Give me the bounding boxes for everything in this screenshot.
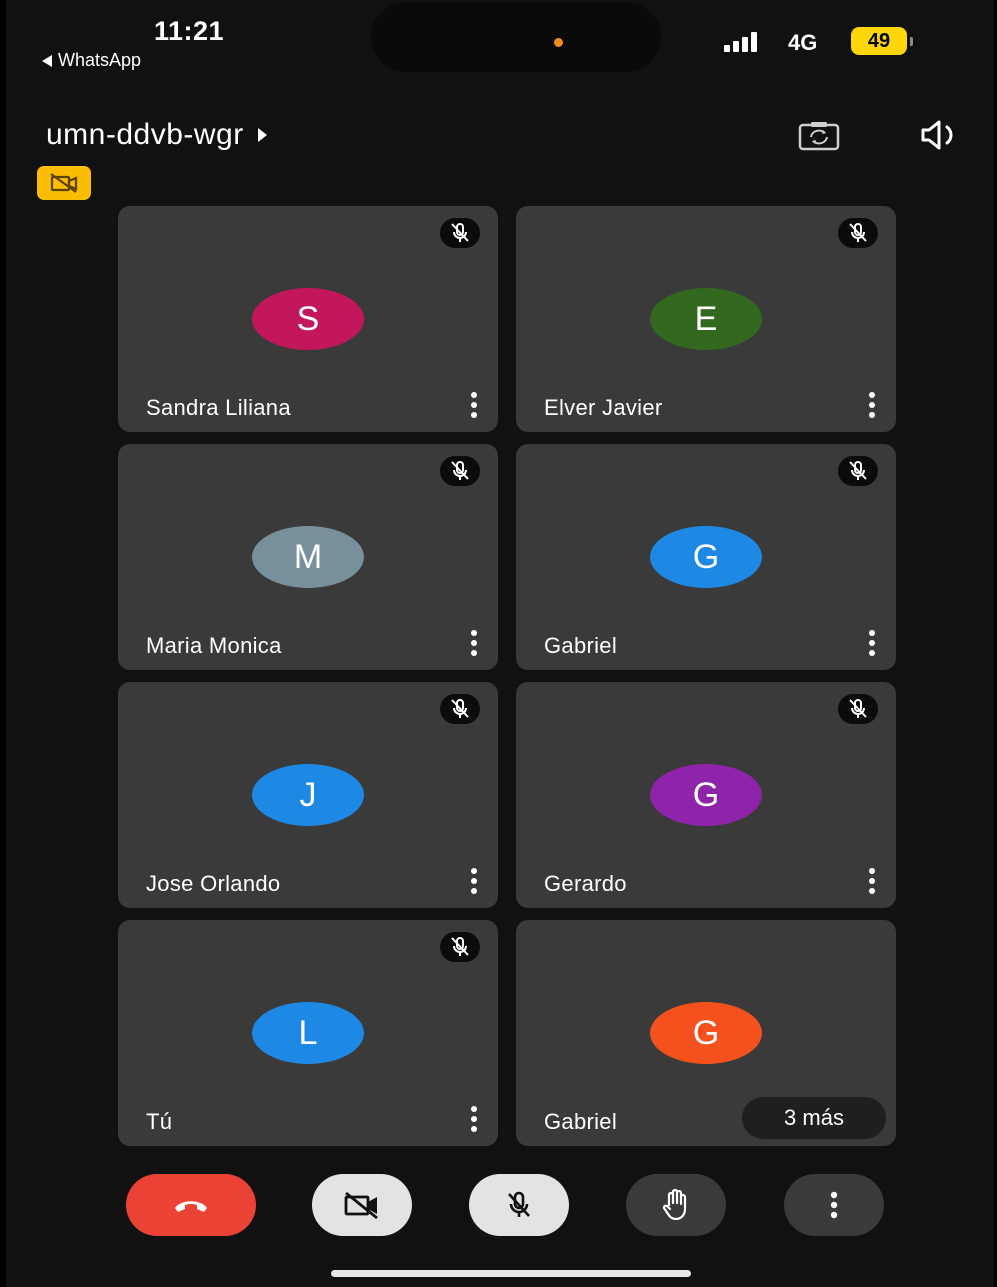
toggle-camera-button[interactable] bbox=[312, 1174, 412, 1236]
participant-name: Tú bbox=[146, 1109, 173, 1134]
mic-off-icon bbox=[451, 699, 469, 718]
speaker-button[interactable] bbox=[918, 118, 962, 152]
mic-off-icon bbox=[451, 937, 469, 956]
more-vertical-icon[interactable] bbox=[460, 1104, 488, 1134]
participant-tile[interactable]: E Elver Javier bbox=[516, 206, 896, 432]
back-app-label: WhatsApp bbox=[58, 50, 142, 70]
meeting-code-label: umn-ddvb-wgr bbox=[46, 118, 244, 151]
avatar: S bbox=[252, 288, 364, 350]
status-time: 11:21 bbox=[154, 16, 225, 46]
end-call-button[interactable] bbox=[126, 1174, 256, 1236]
video-off-icon bbox=[50, 173, 78, 193]
network-type: 4G bbox=[788, 30, 818, 55]
back-to-app-link[interactable]: WhatsApp bbox=[42, 50, 141, 71]
participant-tile[interactable]: J Jose Orlando bbox=[118, 682, 498, 908]
camera-indicator-dot bbox=[554, 38, 563, 47]
avatar: M bbox=[252, 526, 364, 588]
more-vertical-icon[interactable] bbox=[858, 628, 886, 658]
avatar: G bbox=[650, 1002, 762, 1064]
more-vertical-icon[interactable] bbox=[858, 866, 886, 896]
more-vertical-icon[interactable] bbox=[460, 628, 488, 658]
switch-camera-icon bbox=[798, 122, 840, 151]
more-vertical-icon[interactable] bbox=[858, 390, 886, 420]
dynamic-island bbox=[371, 2, 661, 72]
muted-indicator bbox=[838, 218, 878, 248]
muted-indicator bbox=[440, 932, 480, 962]
avatar: E bbox=[650, 288, 762, 350]
muted-indicator bbox=[838, 456, 878, 486]
avatar: L bbox=[252, 1002, 364, 1064]
participant-tile[interactable]: S Sandra Liliana bbox=[118, 206, 498, 432]
participant-tile[interactable]: L Tú bbox=[118, 920, 498, 1146]
participant-name: Elver Javier bbox=[544, 395, 663, 420]
participant-name: Gerardo bbox=[544, 871, 627, 896]
signal-bars-icon bbox=[724, 30, 757, 52]
avatar: J bbox=[252, 764, 364, 826]
speaker-icon bbox=[921, 120, 953, 150]
raise-hand-icon bbox=[662, 1188, 687, 1221]
mic-off-icon bbox=[451, 223, 469, 242]
muted-indicator bbox=[440, 694, 480, 724]
meeting-code-button[interactable]: umn-ddvb-wgr bbox=[46, 118, 267, 152]
play-arrow-icon bbox=[257, 128, 267, 142]
avatar: G bbox=[650, 764, 762, 826]
video-off-badge bbox=[37, 166, 91, 200]
participant-tile[interactable]: M Maria Monica bbox=[118, 444, 498, 670]
participant-tile[interactable]: G Gabriel bbox=[516, 444, 896, 670]
participant-name: Sandra Liliana bbox=[146, 395, 291, 420]
avatar: G bbox=[650, 526, 762, 588]
muted-indicator bbox=[440, 218, 480, 248]
home-indicator bbox=[331, 1270, 691, 1277]
more-vertical-icon bbox=[830, 1191, 838, 1219]
back-arrow-icon bbox=[42, 54, 52, 67]
mic-off-icon bbox=[849, 223, 867, 242]
participant-tile[interactable]: G Gabriel 3 más bbox=[516, 920, 896, 1146]
more-vertical-icon[interactable] bbox=[460, 390, 488, 420]
toggle-mic-button[interactable] bbox=[469, 1174, 569, 1236]
switch-camera-button[interactable] bbox=[796, 120, 842, 152]
participant-tile[interactable]: G Gerardo bbox=[516, 682, 896, 908]
participant-name: Jose Orlando bbox=[146, 871, 281, 896]
battery-nub-icon bbox=[910, 37, 913, 46]
battery-indicator: 49 bbox=[851, 27, 907, 55]
mic-off-icon bbox=[849, 699, 867, 718]
muted-indicator bbox=[838, 694, 878, 724]
mic-off-icon bbox=[451, 461, 469, 480]
mic-off-icon bbox=[508, 1191, 530, 1217]
meet-call-screen: 11:21 WhatsApp 4G 49 umn-ddvb-wgr S Sand… bbox=[6, 0, 994, 1287]
participant-name: Maria Monica bbox=[146, 633, 282, 658]
more-options-button[interactable] bbox=[784, 1174, 884, 1236]
more-participants-button[interactable]: 3 más bbox=[742, 1097, 886, 1139]
participant-name: Gabriel bbox=[544, 1109, 618, 1134]
muted-indicator bbox=[440, 456, 480, 486]
video-off-icon bbox=[344, 1191, 378, 1220]
more-vertical-icon[interactable] bbox=[460, 866, 488, 896]
raise-hand-button[interactable] bbox=[626, 1174, 726, 1236]
participant-name: Gabriel bbox=[544, 633, 618, 658]
mic-off-icon bbox=[849, 461, 867, 480]
phone-hangup-icon bbox=[175, 1201, 207, 1212]
